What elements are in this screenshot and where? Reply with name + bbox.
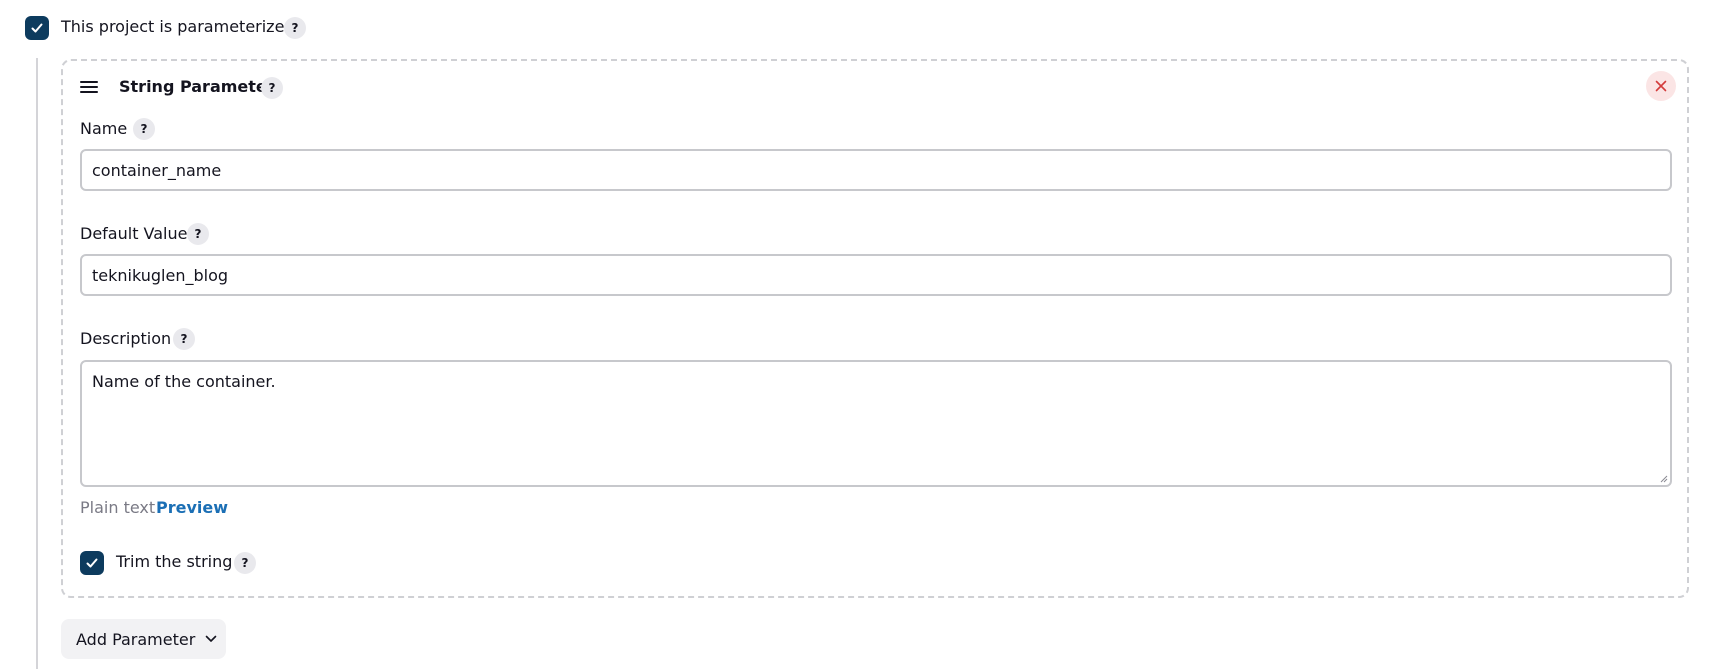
name-help-icon[interactable]: ? [133, 118, 155, 140]
default-value-help-icon[interactable]: ? [187, 223, 209, 245]
plain-text-label: Plain text [80, 498, 156, 517]
parameterized-help-icon[interactable]: ? [284, 17, 306, 39]
description-help-icon[interactable]: ? [173, 328, 195, 350]
drag-handle-icon[interactable] [80, 81, 98, 93]
trim-help-icon[interactable]: ? [234, 552, 256, 574]
close-icon [1655, 80, 1667, 92]
chevron-down-icon [206, 635, 217, 642]
default-value-label: Default Value [80, 224, 188, 243]
string-parameter-help-icon[interactable]: ? [261, 77, 283, 99]
parameterized-label[interactable]: This project is parameterized [61, 17, 295, 37]
resize-handle-icon[interactable] [1658, 473, 1668, 483]
name-input[interactable]: container_name [80, 149, 1672, 191]
description-text: Name of the container. [92, 372, 276, 391]
checkmark-icon [31, 23, 43, 33]
preview-link[interactable]: Preview [156, 498, 228, 518]
description-label: Description [80, 329, 172, 348]
trim-label[interactable]: Trim the string [116, 552, 232, 572]
default-value-input[interactable]: teknikuglen_blog [80, 254, 1672, 296]
name-label: Name [80, 119, 128, 138]
section-divider [36, 58, 38, 669]
checkmark-icon [86, 558, 98, 568]
string-parameter-title: String Parameter [119, 77, 275, 96]
trim-checkbox[interactable] [80, 551, 104, 575]
parameterized-checkbox[interactable] [25, 16, 49, 40]
description-textarea[interactable]: Name of the container. [80, 360, 1672, 487]
add-parameter-label: Add Parameter [76, 629, 196, 649]
string-parameter-card [61, 59, 1689, 598]
add-parameter-button[interactable]: Add Parameter [61, 619, 226, 659]
delete-parameter-button[interactable] [1646, 71, 1676, 101]
